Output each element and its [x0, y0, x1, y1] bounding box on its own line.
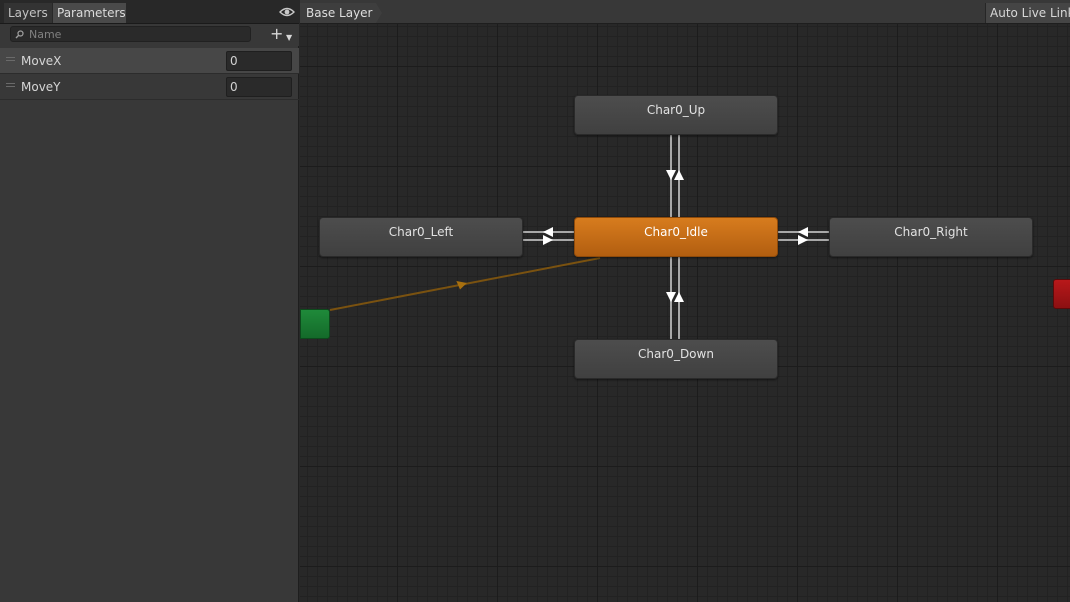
eye-icon[interactable]	[279, 6, 295, 18]
state-label: Char0_Right	[894, 225, 968, 239]
parameter-value-field[interactable]	[226, 51, 292, 71]
state-node-left[interactable]: Char0_Left	[319, 217, 523, 257]
exit-node[interactable]	[1053, 279, 1070, 309]
auto-live-link-button[interactable]: Auto Live Link	[985, 3, 1070, 23]
parameters-panel: Layers Parameters + ▼ MoveX MoveY	[0, 0, 299, 602]
breadcrumb[interactable]: Base Layer	[300, 3, 382, 23]
transition-idle-down[interactable]	[666, 257, 684, 339]
drag-handle-icon[interactable]	[6, 83, 15, 87]
transition-idle-right[interactable]	[777, 227, 830, 245]
transition-idle-up[interactable]	[666, 134, 684, 217]
parameter-name: MoveY	[21, 80, 61, 94]
state-label: Char0_Idle	[644, 225, 708, 239]
state-label: Char0_Up	[646, 103, 706, 117]
panel-tabs: Layers Parameters	[0, 0, 299, 24]
parameter-row-movex[interactable]: MoveX	[0, 48, 299, 74]
state-node-up[interactable]: Char0_Up	[574, 95, 778, 135]
search-row: + ▼	[0, 24, 299, 46]
transition-idle-left[interactable]	[522, 227, 575, 245]
state-node-down[interactable]: Char0_Down	[574, 339, 778, 379]
animator-graph-canvas[interactable]: Char0_Up Char0_Left Char0_Idle Char0_Rig…	[300, 24, 1070, 602]
add-parameter-button[interactable]: + ▼	[268, 24, 296, 43]
state-label: Char0_Down	[638, 347, 714, 361]
drag-handle-icon[interactable]	[6, 57, 15, 61]
search-icon	[15, 30, 24, 39]
tab-layers[interactable]: Layers	[4, 3, 52, 23]
default-transition-entry-idle[interactable]	[329, 257, 601, 311]
state-label: Char0_Left	[388, 225, 454, 239]
parameter-row-movey[interactable]: MoveY	[0, 74, 299, 100]
tab-parameters[interactable]: Parameters	[53, 3, 126, 23]
graph-toolbar: Base Layer Auto Live Link	[300, 0, 1070, 24]
state-node-right[interactable]: Char0_Right	[829, 217, 1033, 257]
state-node-idle-default[interactable]: Char0_Idle	[574, 217, 778, 257]
parameter-name: MoveX	[21, 54, 62, 68]
breadcrumb-label: Base Layer	[306, 6, 373, 20]
search-input[interactable]	[10, 26, 251, 42]
parameter-value-field[interactable]	[226, 77, 292, 97]
entry-node[interactable]	[300, 309, 330, 339]
chevron-down-icon: ▼	[286, 33, 293, 42]
plus-icon: +	[270, 24, 284, 43]
